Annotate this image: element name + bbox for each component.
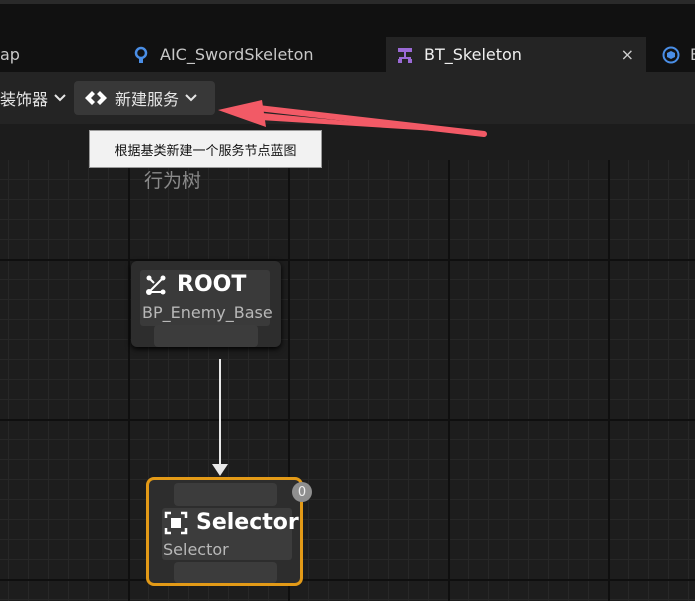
tab-aic-swordskeleton[interactable]: AIC_SwordSkeleton xyxy=(120,37,380,72)
tab-label: BT_Skeleton xyxy=(424,45,522,64)
behavior-tree-icon xyxy=(396,46,414,64)
selector-output-pin[interactable] xyxy=(174,562,277,583)
selector-input-pin[interactable] xyxy=(174,483,277,506)
new-decorator-label: 装饰器 xyxy=(0,90,49,109)
tab-label: ap xyxy=(0,45,20,64)
new-service-tooltip: 根据基类新建一个服务节点蓝图 xyxy=(89,130,322,168)
behavior-tree-graph[interactable]: 行为树 ROOT BP_Enemy_Base Selector Selector… xyxy=(0,160,695,601)
new-service-label: 新建服务 xyxy=(115,90,180,109)
selector-node-title: Selector xyxy=(164,510,299,535)
root-icon xyxy=(145,274,167,296)
root-node-title: ROOT xyxy=(145,272,246,297)
selector-node-subtitle: Selector xyxy=(163,540,229,559)
tab-blueprint[interactable]: B xyxy=(650,37,695,72)
tab-map[interactable]: ap xyxy=(0,37,120,72)
bt-toolbar: 装饰器 新建服务 xyxy=(0,72,695,124)
close-tab-button[interactable]: × xyxy=(621,45,634,64)
selector-node[interactable]: Selector Selector xyxy=(146,477,303,586)
new-service-icon xyxy=(84,90,108,106)
root-node[interactable]: ROOT BP_Enemy_Base xyxy=(131,261,281,347)
connection-wire xyxy=(219,359,221,467)
ai-controller-icon xyxy=(132,46,150,64)
graph-watermark-title: 行为树 xyxy=(144,170,202,192)
new-service-dropdown[interactable]: 新建服务 xyxy=(74,81,215,115)
chevron-down-icon xyxy=(185,92,197,105)
tab-label: AIC_SwordSkeleton xyxy=(160,45,314,64)
editor-tab-bar: ap AIC_SwordSkeleton BT_Skeleton × B xyxy=(0,0,695,72)
root-node-subtitle: BP_Enemy_Base xyxy=(142,303,273,322)
tab-bt-skeleton[interactable]: BT_Skeleton × xyxy=(386,37,646,72)
tab-bar-top-border xyxy=(0,0,695,4)
blueprint-icon xyxy=(662,46,680,64)
tab-label: B xyxy=(690,45,695,64)
root-output-pin[interactable] xyxy=(154,325,258,347)
chevron-down-icon xyxy=(54,92,66,105)
execution-order-badge: 0 xyxy=(292,482,312,502)
new-decorator-dropdown[interactable]: 装饰器 xyxy=(0,81,70,115)
selector-title-text: Selector xyxy=(196,510,299,535)
root-title-text: ROOT xyxy=(177,272,247,297)
connection-arrow-icon xyxy=(212,464,228,476)
selector-icon xyxy=(164,511,188,535)
